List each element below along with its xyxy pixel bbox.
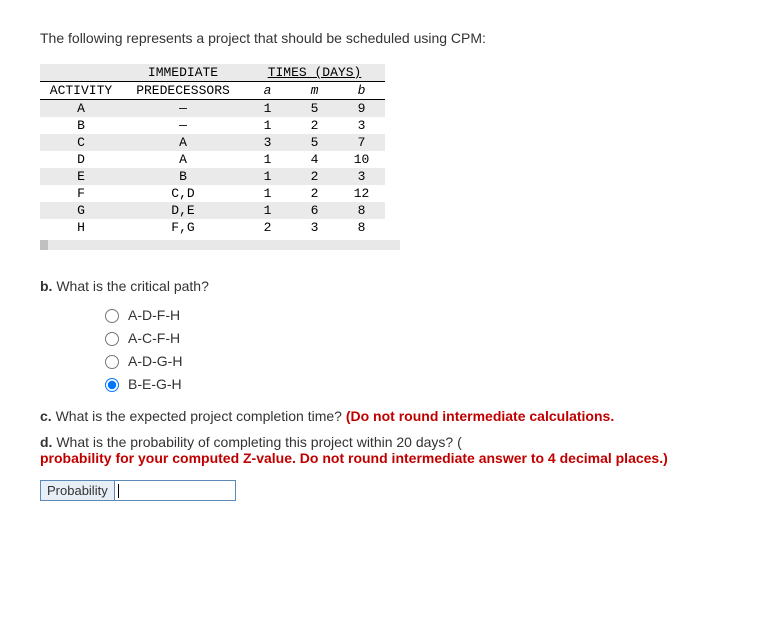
header-predecessors: PREDECESSORS: [122, 82, 244, 100]
header-m: m: [291, 82, 338, 100]
table-cell: 6: [291, 202, 338, 219]
part-b-text: What is the critical path?: [52, 278, 208, 294]
header-activity: ACTIVITY: [40, 82, 122, 100]
table-cell: 10: [338, 151, 385, 168]
table-cell: 1: [244, 117, 291, 134]
option-label: A-C-F-H: [128, 330, 180, 346]
table-cell: F: [40, 185, 122, 202]
table-cell: —: [122, 100, 244, 118]
table-cell: 1: [244, 151, 291, 168]
option-row: A-C-F-H: [100, 329, 719, 346]
table-cell: 2: [291, 117, 338, 134]
table-cell: 5: [291, 100, 338, 118]
table-cell: 3: [338, 168, 385, 185]
table-cell: 12: [338, 185, 385, 202]
table-cell: B: [122, 168, 244, 185]
option-row: A-D-F-H: [100, 306, 719, 323]
table-cell: 8: [338, 219, 385, 236]
option-radio[interactable]: [105, 378, 119, 392]
table-cell: C,D: [122, 185, 244, 202]
table-cell: E: [40, 168, 122, 185]
part-d-marker: (: [457, 434, 462, 450]
table-row: FC,D1212: [40, 185, 385, 202]
part-c-red: (Do not round intermediate calculations.: [346, 408, 614, 424]
probability-answer: Probability: [40, 480, 719, 501]
table-cell: 2: [291, 168, 338, 185]
option-radio[interactable]: [105, 355, 119, 369]
table-cell: 9: [338, 100, 385, 118]
header-immediate: IMMEDIATE: [122, 64, 244, 82]
scrollbar-thumb[interactable]: [40, 240, 48, 250]
table-cell: B: [40, 117, 122, 134]
table-cell: H: [40, 219, 122, 236]
part-d-text: What is the probability of completing th…: [52, 434, 457, 450]
table-cell: 5: [291, 134, 338, 151]
table-cell: 1: [244, 202, 291, 219]
part-d-red: probability for your computed Z-value. D…: [40, 450, 668, 466]
table-row: CA357: [40, 134, 385, 151]
horizontal-scrollbar[interactable]: [40, 240, 400, 250]
table-cell: C: [40, 134, 122, 151]
part-b-prefix: b.: [40, 278, 52, 294]
table-cell: F,G: [122, 219, 244, 236]
part-b-options: A-D-F-H A-C-F-H A-D-G-H B-E-G-H: [100, 306, 719, 392]
table-row: DA1410: [40, 151, 385, 168]
part-c-text: What is the expected project completion …: [52, 408, 346, 424]
option-label: A-D-F-H: [128, 307, 180, 323]
table-cell: 2: [244, 219, 291, 236]
option-radio[interactable]: [105, 332, 119, 346]
table-cell: 4: [291, 151, 338, 168]
option-row: A-D-G-H: [100, 352, 719, 369]
option-label: B-E-G-H: [128, 376, 182, 392]
option-row: B-E-G-H: [100, 375, 719, 392]
table-cell: D: [40, 151, 122, 168]
table-cell: 1: [244, 100, 291, 118]
table-cell: 1: [244, 185, 291, 202]
header-times: TIMES (DAYS): [244, 64, 385, 82]
cpm-table: IMMEDIATE TIMES (DAYS) ACTIVITY PREDECES…: [40, 64, 385, 236]
table-row: HF,G238: [40, 219, 385, 236]
table-cell: 3: [291, 219, 338, 236]
table-cell: —: [122, 117, 244, 134]
probability-input[interactable]: [119, 481, 233, 500]
intro-text: The following represents a project that …: [40, 30, 719, 46]
part-c-question: c. What is the expected project completi…: [40, 408, 719, 424]
part-b-question: b. What is the critical path?: [40, 278, 719, 294]
part-d-prefix: d.: [40, 434, 52, 450]
table-cell: 1: [244, 168, 291, 185]
table-cell: 3: [244, 134, 291, 151]
table-cell: A: [122, 151, 244, 168]
header-a: a: [244, 82, 291, 100]
table-row: GD,E168: [40, 202, 385, 219]
header-b: b: [338, 82, 385, 100]
table-cell: G: [40, 202, 122, 219]
table-cell: 7: [338, 134, 385, 151]
table-row: B—123: [40, 117, 385, 134]
table-row: A—159: [40, 100, 385, 118]
probability-input-wrap[interactable]: [115, 480, 236, 501]
part-d-question: d. What is the probability of completing…: [40, 434, 719, 466]
probability-label: Probability: [40, 480, 115, 501]
option-label: A-D-G-H: [128, 353, 182, 369]
part-c-prefix: c.: [40, 408, 52, 424]
table-cell: A: [40, 100, 122, 118]
table-cell: 3: [338, 117, 385, 134]
table-cell: D,E: [122, 202, 244, 219]
table-cell: A: [122, 134, 244, 151]
option-radio[interactable]: [105, 309, 119, 323]
table-row: EB123: [40, 168, 385, 185]
table-cell: 8: [338, 202, 385, 219]
table-cell: 2: [291, 185, 338, 202]
